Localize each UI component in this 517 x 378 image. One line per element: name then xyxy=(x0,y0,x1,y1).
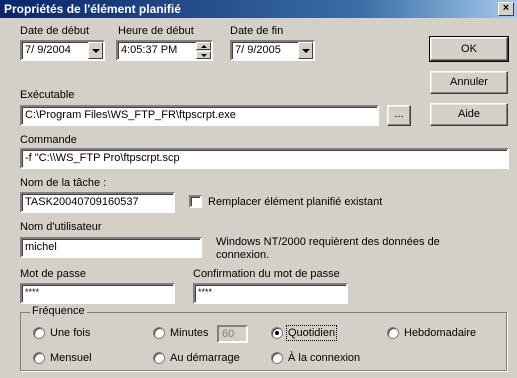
command-label: Commande xyxy=(20,134,77,146)
label-minutes: Minutes xyxy=(170,327,209,339)
command-value: -f "C:\\WS_FTP Pro\ftpscrpt.scp xyxy=(25,152,180,164)
task-name-value: TASK20040709160537 xyxy=(25,196,139,208)
chevron-down-icon[interactable] xyxy=(298,42,313,59)
label-once: Une fois xyxy=(50,327,91,339)
password-value: **** xyxy=(25,287,40,297)
minutes-value: 60 xyxy=(222,328,235,340)
confirm-password-value: **** xyxy=(198,287,213,297)
spin-down-icon[interactable] xyxy=(196,51,211,59)
username-value: michel xyxy=(25,241,57,253)
label-weekly: Hebdomadaire xyxy=(404,327,477,339)
start-date-picker[interactable]: 7/ 9/2004 xyxy=(20,40,105,61)
connection-note: Windows NT/2000 requièrent des données d… xyxy=(216,236,440,261)
replace-label: Remplacer élément planifié existant xyxy=(208,196,383,208)
radio-weekly[interactable] xyxy=(387,327,399,339)
cancel-button[interactable]: Annuler xyxy=(430,71,508,94)
start-time-label: Heure de début xyxy=(118,25,194,37)
password-label: Mot de passe xyxy=(20,268,87,280)
close-icon: × xyxy=(502,2,510,14)
label-daily: Quotidien xyxy=(285,325,338,341)
minutes-input: 60 xyxy=(217,325,248,343)
radio-daily[interactable] xyxy=(271,327,283,339)
ok-button[interactable]: OK xyxy=(429,36,509,62)
label-logon: À la connexion xyxy=(288,352,361,364)
confirm-password-label: Confirmation du mot de passe xyxy=(193,268,340,280)
task-name-field[interactable]: TASK20040709160537 xyxy=(20,192,175,213)
time-spinner[interactable] xyxy=(196,42,211,59)
radio-once[interactable] xyxy=(33,327,45,339)
start-time-value: 4:05:37 PM xyxy=(121,44,178,56)
start-time-picker[interactable]: 4:05:37 PM xyxy=(116,40,213,61)
title-bar: Propriétés de l'élément planifié × xyxy=(0,0,517,18)
replace-checkbox[interactable] xyxy=(189,195,202,208)
label-startup: Au démarrage xyxy=(170,352,240,364)
confirm-password-field[interactable]: **** xyxy=(193,283,348,304)
command-field[interactable]: -f "C:\\WS_FTP Pro\ftpscrpt.scp xyxy=(20,148,509,169)
close-button[interactable]: × xyxy=(498,2,514,16)
end-date-picker[interactable]: 7/ 9/2005 xyxy=(230,40,315,61)
radio-monthly[interactable] xyxy=(33,352,45,364)
help-button[interactable]: Aide xyxy=(430,103,508,126)
end-date-label: Date de fin xyxy=(230,25,284,37)
password-field[interactable]: **** xyxy=(20,283,175,304)
frequency-label: Fréquence xyxy=(30,305,87,317)
radio-logon[interactable] xyxy=(271,352,283,364)
window-title: Propriétés de l'élément planifié xyxy=(4,2,181,16)
radio-minutes[interactable] xyxy=(153,327,165,339)
chevron-down-icon[interactable] xyxy=(88,42,103,59)
start-date-label: Date de début xyxy=(20,25,90,37)
end-date-value: 7/ 9/2005 xyxy=(235,44,281,56)
executable-label: Exécutable xyxy=(20,89,75,101)
label-monthly: Mensuel xyxy=(50,352,92,364)
username-field[interactable]: michel xyxy=(20,237,202,258)
start-date-value: 7/ 9/2004 xyxy=(25,44,71,56)
executable-value: C:\Program Files\WS_FTP_FR\ftpscrpt.exe xyxy=(25,109,236,121)
spin-up-icon[interactable] xyxy=(196,42,211,50)
username-label: Nom d'utilisateur xyxy=(20,221,102,233)
frequency-group xyxy=(20,312,507,371)
task-name-label: Nom de la tâche : xyxy=(20,177,107,189)
executable-field[interactable]: C:\Program Files\WS_FTP_FR\ftpscrpt.exe xyxy=(20,105,379,126)
browse-button[interactable]: ... xyxy=(387,105,411,126)
radio-startup[interactable] xyxy=(153,352,165,364)
